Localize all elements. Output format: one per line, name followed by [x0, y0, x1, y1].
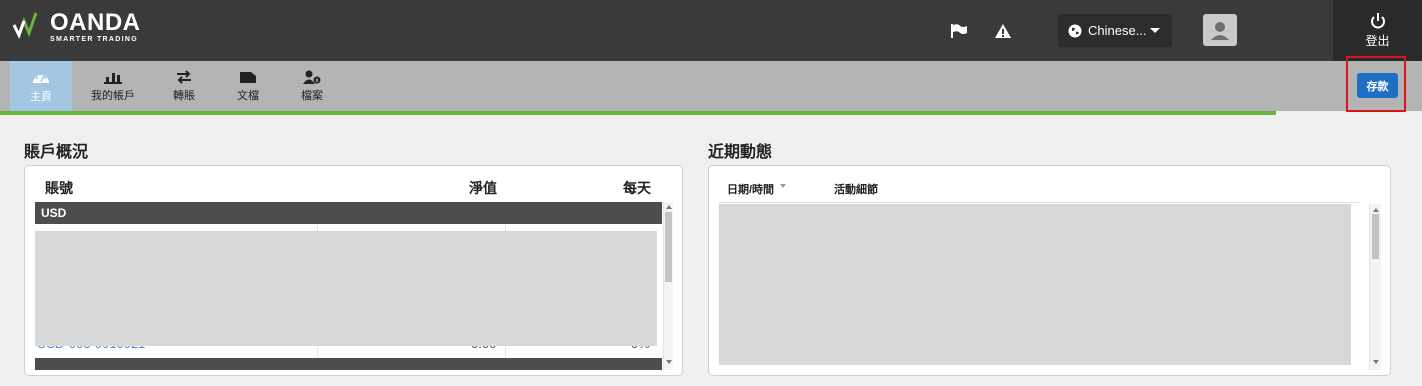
language-label: Chinese... [1088, 23, 1147, 38]
top-bar: OANDA SMARTER TRADING Chinese... 登出 [0, 0, 1422, 61]
globe-icon [1068, 24, 1082, 37]
nav-item-profile[interactable]: 檔案 [284, 61, 340, 111]
folder-icon [240, 71, 256, 83]
transfer-icon [177, 69, 191, 84]
account-table-header: 賬號 淨值 每天 [25, 166, 682, 202]
header-divider [719, 202, 1359, 203]
column-equity[interactable]: 淨值 [469, 178, 497, 198]
user-icon [1211, 22, 1229, 40]
nav-label: 檔案 [301, 89, 323, 102]
nav-item-my-accounts[interactable]: 我的帳戶 [80, 61, 146, 111]
power-icon [1370, 13, 1385, 29]
column-activity-details[interactable]: 活動細節 [834, 181, 878, 197]
account-scrollbar[interactable] [663, 202, 673, 370]
logo-mark-icon [12, 12, 38, 39]
account-overview-title: 賬戶概況 [24, 144, 89, 161]
nav-item-transfer[interactable]: 轉賬 [156, 61, 212, 111]
recent-activity-panel: 日期/時間 活動細節 [708, 165, 1391, 376]
logout-button[interactable]: 登出 [1333, 0, 1422, 61]
scroll-up-icon[interactable] [666, 205, 672, 209]
bar-chart-icon [104, 72, 122, 84]
scroll-down-icon[interactable] [666, 360, 672, 364]
scroll-down-icon[interactable] [1373, 360, 1379, 364]
sort-desc-icon[interactable] [780, 184, 786, 188]
currency-group-usd: USD [35, 202, 662, 224]
brand-tagline: SMARTER TRADING [50, 36, 138, 43]
user-info-icon [303, 70, 321, 84]
recent-activity-title: 近期動態 [708, 144, 773, 161]
language-select[interactable]: Chinese... [1058, 14, 1172, 47]
nav-item-home[interactable]: 主頁 [10, 61, 72, 111]
activity-scrollbar[interactable] [1369, 204, 1381, 370]
nav-item-documents[interactable]: 文檔 [220, 61, 276, 111]
redacted-activity-block [719, 204, 1351, 365]
warning-icon[interactable] [990, 18, 1016, 44]
logout-label: 登出 [1365, 34, 1390, 48]
account-overview-panel: 賬號 淨值 每天 USD USD-003-0010021 0.00 0% [24, 165, 683, 376]
nav-label: 我的帳戶 [91, 89, 135, 102]
nav-label: 主頁 [30, 90, 52, 103]
user-avatar[interactable] [1203, 14, 1237, 46]
nav-label: 轉賬 [173, 89, 195, 102]
scroll-up-icon[interactable] [1373, 208, 1379, 212]
deposit-highlight-box [1346, 56, 1406, 112]
flag-icon[interactable] [946, 18, 972, 44]
nav-label: 文檔 [237, 89, 259, 102]
currency-group-next [35, 358, 662, 370]
main-nav: 主頁 我的帳戶 轉賬 文檔 檔案 存款 [0, 61, 1422, 111]
nav-accent-bar [0, 111, 1276, 115]
scrollbar-thumb[interactable] [1372, 214, 1379, 259]
column-daily[interactable]: 每天 [623, 178, 651, 198]
column-account-number[interactable]: 賬號 [45, 178, 73, 198]
chevron-down-icon [1150, 28, 1160, 33]
redacted-accounts-block [35, 231, 657, 346]
brand-name: OANDA [50, 9, 141, 36]
oanda-logo[interactable]: OANDA SMARTER TRADING [12, 11, 141, 51]
dashboard-icon [33, 72, 49, 83]
scrollbar-thumb[interactable] [665, 212, 672, 282]
column-datetime[interactable]: 日期/時間 [727, 181, 774, 197]
